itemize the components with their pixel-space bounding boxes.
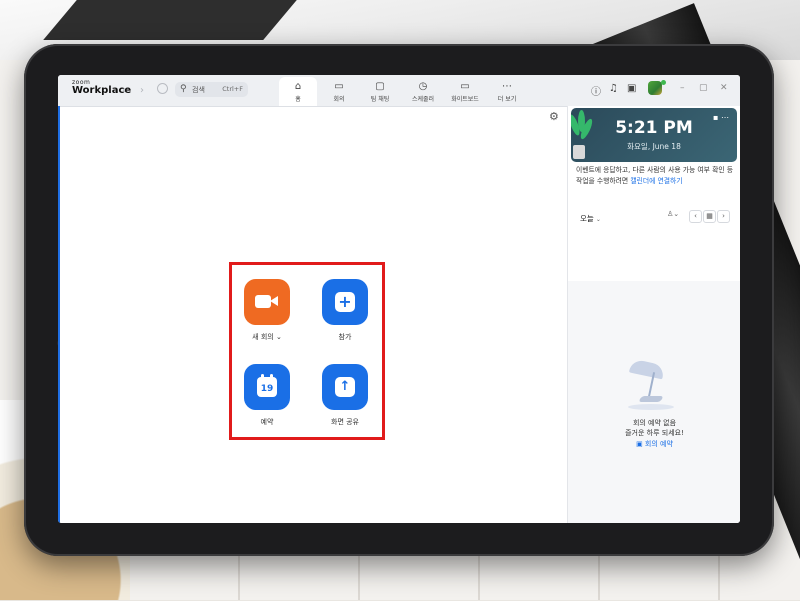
plus-icon: + [322,279,368,325]
new-meeting-button[interactable]: 새 회의 ⌄ [237,279,297,342]
dark-fabric-background [43,0,297,40]
chevron-down-icon: ⌄ [595,216,601,223]
search-shortcut: Ctrl+F [222,85,243,93]
settings-gear-icon[interactable]: ⚙ [549,110,559,123]
minimize-button[interactable]: – [680,83,685,93]
more-icon: ⋯ [502,81,512,92]
tab-more[interactable]: ⋯ 더 보기 [490,77,524,106]
title-bar: zoom Workplace ‹ › ⚲ 검색 Ctrl+F ⌂ 홈 ▭ 회의 … [58,75,740,107]
next-day-button[interactable]: › [717,210,730,223]
tab-scheduler[interactable]: ◷ 스케줄러 [404,77,442,106]
tab-home[interactable]: ⌂ 홈 [279,77,317,106]
clock-card: 5:21 PM 화요일, June 18 ▪ ⋯ [571,108,737,162]
empty-state-title: 회의 예약 없음 [632,419,677,427]
more-options-icon[interactable]: ⋯ [721,113,729,122]
back-arrow-icon[interactable]: ‹ [122,85,126,96]
join-button[interactable]: + 참가 [315,279,375,342]
search-icon: ⚲ [180,84,187,94]
tab-whiteboard[interactable]: ▭ 화이트보드 [446,77,484,106]
close-button[interactable]: ✕ [720,83,728,93]
beach-umbrella-illustration [628,358,678,414]
whiteboard-icon: ▭ [460,81,470,92]
forward-arrow-icon[interactable]: › [140,85,144,96]
tab-team-chat[interactable]: ▢ 팀 채팅 [362,77,398,106]
share-up-arrow-icon: ↑ [322,364,368,410]
calendar-picker-button[interactable]: ▦ [703,210,716,223]
today-dropdown[interactable]: 오늘 ⌄ [580,213,601,224]
video-camera-icon [244,279,290,325]
calendar-connect-notice: 이벤트에 응답하고, 다른 사람의 사용 가능 여부 확인 등 작업을 수행하려… [576,166,734,185]
video-icon: ▭ [334,81,344,92]
calendar-side-panel: 5:21 PM 화요일, June 18 ▪ ⋯ 이벤트에 응답하고, 다른 사… [567,106,740,523]
avatar[interactable] [648,81,662,95]
bell-icon[interactable]: ♫ [609,83,618,94]
connect-calendar-link[interactable]: 캘린더에 연결하기 [630,177,682,185]
search-bar[interactable]: ⚲ 검색 Ctrl+F [175,82,248,97]
chat-icon: ▢ [375,81,385,92]
current-date: 화요일, June 18 [627,142,681,151]
calendar-panel-icon[interactable]: ▣ [627,83,636,94]
calendar-link-icon: ▣ [636,440,645,448]
presence-status-dot [661,80,666,85]
window-edge-accent [58,106,60,523]
home-icon: ⌂ [294,81,302,92]
empty-state-subtitle: 즐거운 하루 되세요! [625,429,684,437]
share-screen-button[interactable]: ↑ 화면 공유 [315,364,375,427]
calendar-icon: 19 [244,364,290,410]
maximize-button[interactable]: ▢ [699,83,708,93]
tab-meetings[interactable]: ▭ 회의 [324,77,354,106]
previous-day-button[interactable]: ‹ [689,210,702,223]
schedule-meeting-link[interactable]: ▣ 회의 예약 [568,439,740,449]
clock-icon: ◷ [418,81,428,92]
calendar-small-icon[interactable]: ▪ [713,113,718,122]
zoom-app-window: zoom Workplace ‹ › ⚲ 검색 Ctrl+F ⌂ 홈 ▭ 회의 … [58,75,740,523]
help-icon[interactable]: ⓘ [591,83,601,98]
chevron-down-icon[interactable]: ⌄ [276,333,282,341]
people-filter-icon[interactable]: ♙⌄ [667,210,679,221]
schedule-button[interactable]: 19 예약 [237,364,297,427]
search-placeholder: 검색 [192,86,205,94]
history-icon[interactable] [157,83,168,94]
